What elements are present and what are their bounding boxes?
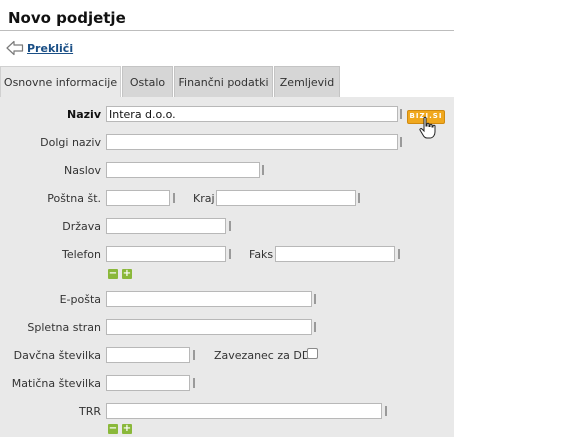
tax-number-input[interactable] — [106, 347, 190, 363]
cancel-label[interactable]: Prekliči — [27, 42, 73, 55]
tab-financial[interactable]: Finančni podatki — [174, 66, 273, 97]
resize-grip[interactable] — [229, 221, 231, 231]
postal-code-input[interactable] — [106, 190, 170, 206]
minus-icon[interactable]: − — [108, 269, 118, 279]
resize-grip[interactable] — [400, 109, 402, 119]
address-label: Naslov — [64, 164, 101, 177]
website-label: Spletna stran — [27, 321, 101, 334]
tab-basic-info[interactable]: Osnovne informacije — [0, 66, 121, 97]
resize-grip[interactable] — [385, 406, 387, 416]
tab-other[interactable]: Ostalo — [122, 66, 173, 97]
country-label: Država — [62, 220, 101, 233]
registration-number-input[interactable] — [106, 375, 190, 391]
long-name-label: Dolgi naziv — [40, 136, 101, 149]
plus-icon[interactable]: + — [122, 269, 132, 279]
resize-grip[interactable] — [400, 137, 402, 147]
phone-label: Telefon — [61, 248, 101, 261]
resize-grip[interactable] — [262, 165, 264, 175]
naziv-label: Naziv — [67, 108, 101, 121]
city-input[interactable] — [216, 190, 356, 206]
fax-input[interactable] — [275, 246, 395, 262]
resize-grip[interactable] — [358, 193, 360, 203]
minus-icon[interactable]: − — [108, 424, 118, 434]
vat-payer-checkbox[interactable] — [307, 348, 318, 359]
country-input[interactable] — [106, 218, 226, 234]
address-input[interactable] — [106, 162, 260, 178]
resize-grip[interactable] — [229, 249, 231, 259]
website-input[interactable] — [106, 319, 312, 335]
registration-number-label: Matična številka — [11, 377, 101, 390]
tax-number-label: Davčna številka — [13, 349, 101, 362]
postal-code-label: Poštna št. — [47, 192, 101, 205]
phone-input[interactable] — [106, 246, 226, 262]
city-label: Kraj — [193, 192, 215, 205]
vat-payer-label: Zavezanec za DDV — [214, 349, 318, 362]
naziv-input[interactable] — [106, 106, 398, 122]
resize-grip[interactable] — [193, 378, 195, 388]
bank-account-input[interactable] — [106, 403, 382, 419]
cancel-link[interactable]: Prekliči — [6, 40, 73, 56]
page-title: Novo podjetje — [8, 9, 126, 27]
bank-account-label: TRR — [78, 405, 101, 418]
long-name-input[interactable] — [106, 134, 398, 150]
email-label: E-pošta — [59, 293, 101, 306]
resize-grip[interactable] — [173, 193, 175, 203]
email-input[interactable] — [106, 291, 312, 307]
fax-label: Faks — [249, 248, 274, 261]
resize-grip[interactable] — [314, 294, 316, 304]
hand-pointer-icon — [419, 116, 436, 139]
title-divider — [0, 30, 454, 31]
arrow-left-icon — [6, 40, 24, 56]
resize-grip[interactable] — [193, 350, 195, 360]
tab-map[interactable]: Zemljevid — [274, 66, 340, 97]
resize-grip[interactable] — [398, 249, 400, 259]
plus-icon[interactable]: + — [122, 424, 132, 434]
resize-grip[interactable] — [314, 322, 316, 332]
